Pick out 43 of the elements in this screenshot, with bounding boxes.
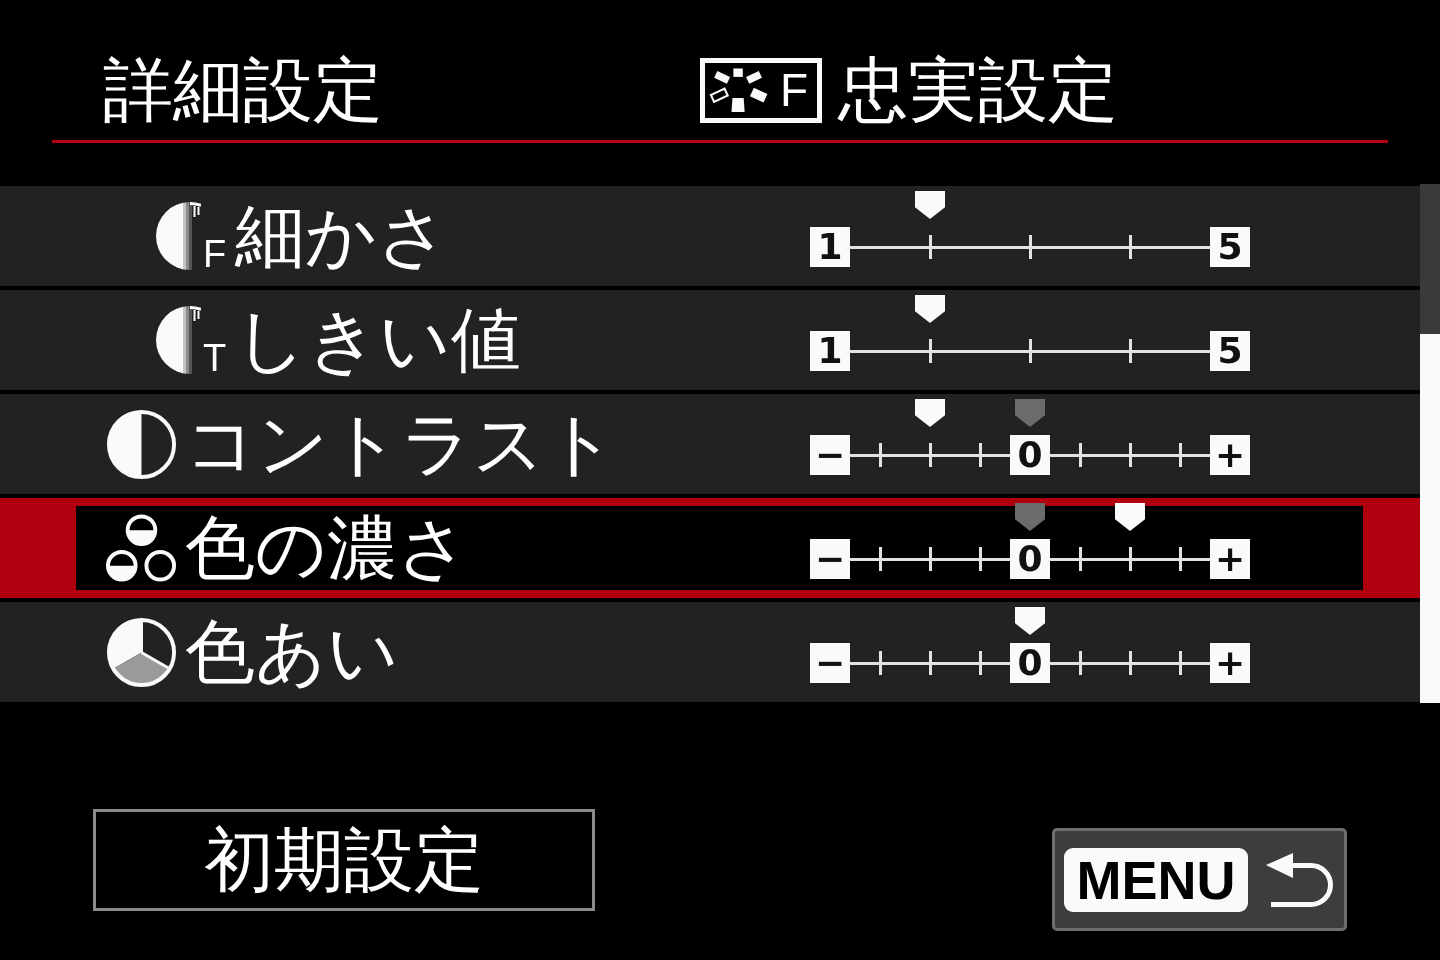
scale-max-label: +: [1210, 643, 1250, 683]
scrollbar-thumb[interactable]: [1420, 334, 1440, 703]
icon-letter: F: [203, 239, 227, 269]
scale-center-label: 0: [1010, 539, 1050, 579]
default-settings-button[interactable]: 初期設定: [93, 809, 595, 911]
setting-row[interactable]: コントラスト − 0 +: [0, 394, 1420, 494]
scale-min-label: −: [810, 643, 850, 683]
icon-letter: F: [780, 67, 809, 113]
scale-min-label: −: [810, 435, 850, 475]
three-circles-icon: [105, 513, 178, 583]
level-marker[interactable]: [1015, 607, 1045, 635]
setting-row[interactable]: T しきい値 1 5: [0, 290, 1420, 390]
scale-max-label: 5: [1210, 331, 1250, 371]
level-marker[interactable]: [915, 295, 945, 323]
setting-row[interactable]: 色の濃さ − 0 +: [0, 498, 1420, 598]
scale-center-label: 0: [1010, 643, 1050, 683]
scale-min-label: 1: [810, 331, 850, 371]
icon-letter: T: [203, 343, 227, 373]
menu-key: MENU: [1064, 847, 1248, 912]
menu-back-button[interactable]: MENU: [1052, 828, 1347, 931]
scale-min-label: −: [810, 539, 850, 579]
gradient-half-circle-icon: [155, 305, 201, 375]
setting-label: しきい値: [235, 305, 522, 375]
gradient-half-circle-icon: [155, 201, 201, 271]
picture-style-name: 忠実設定: [838, 55, 1118, 125]
sunburst-icon: [708, 67, 770, 113]
scale-max-label: +: [1210, 539, 1250, 579]
setting-row[interactable]: F 細かさ 1 5: [0, 186, 1420, 286]
scale-max-label: +: [1210, 435, 1250, 475]
setting-label: 色の濃さ: [185, 513, 469, 583]
half-filled-circle-icon: [105, 407, 178, 481]
scale-min-label: 1: [810, 227, 850, 267]
setting-label: コントラスト: [185, 409, 617, 479]
setting-label: 色あい: [185, 617, 399, 687]
level-marker[interactable]: [915, 191, 945, 219]
level-marker[interactable]: [1115, 503, 1145, 531]
scale-center-label: 0: [1010, 435, 1050, 475]
pie-circle-icon: [105, 615, 178, 689]
level-marker[interactable]: [915, 399, 945, 427]
screen-title: 詳細設定: [103, 55, 383, 125]
setting-label: 細かさ: [235, 201, 450, 271]
setting-row[interactable]: 色あい − 0 +: [0, 602, 1420, 702]
scale-max-label: 5: [1210, 227, 1250, 267]
